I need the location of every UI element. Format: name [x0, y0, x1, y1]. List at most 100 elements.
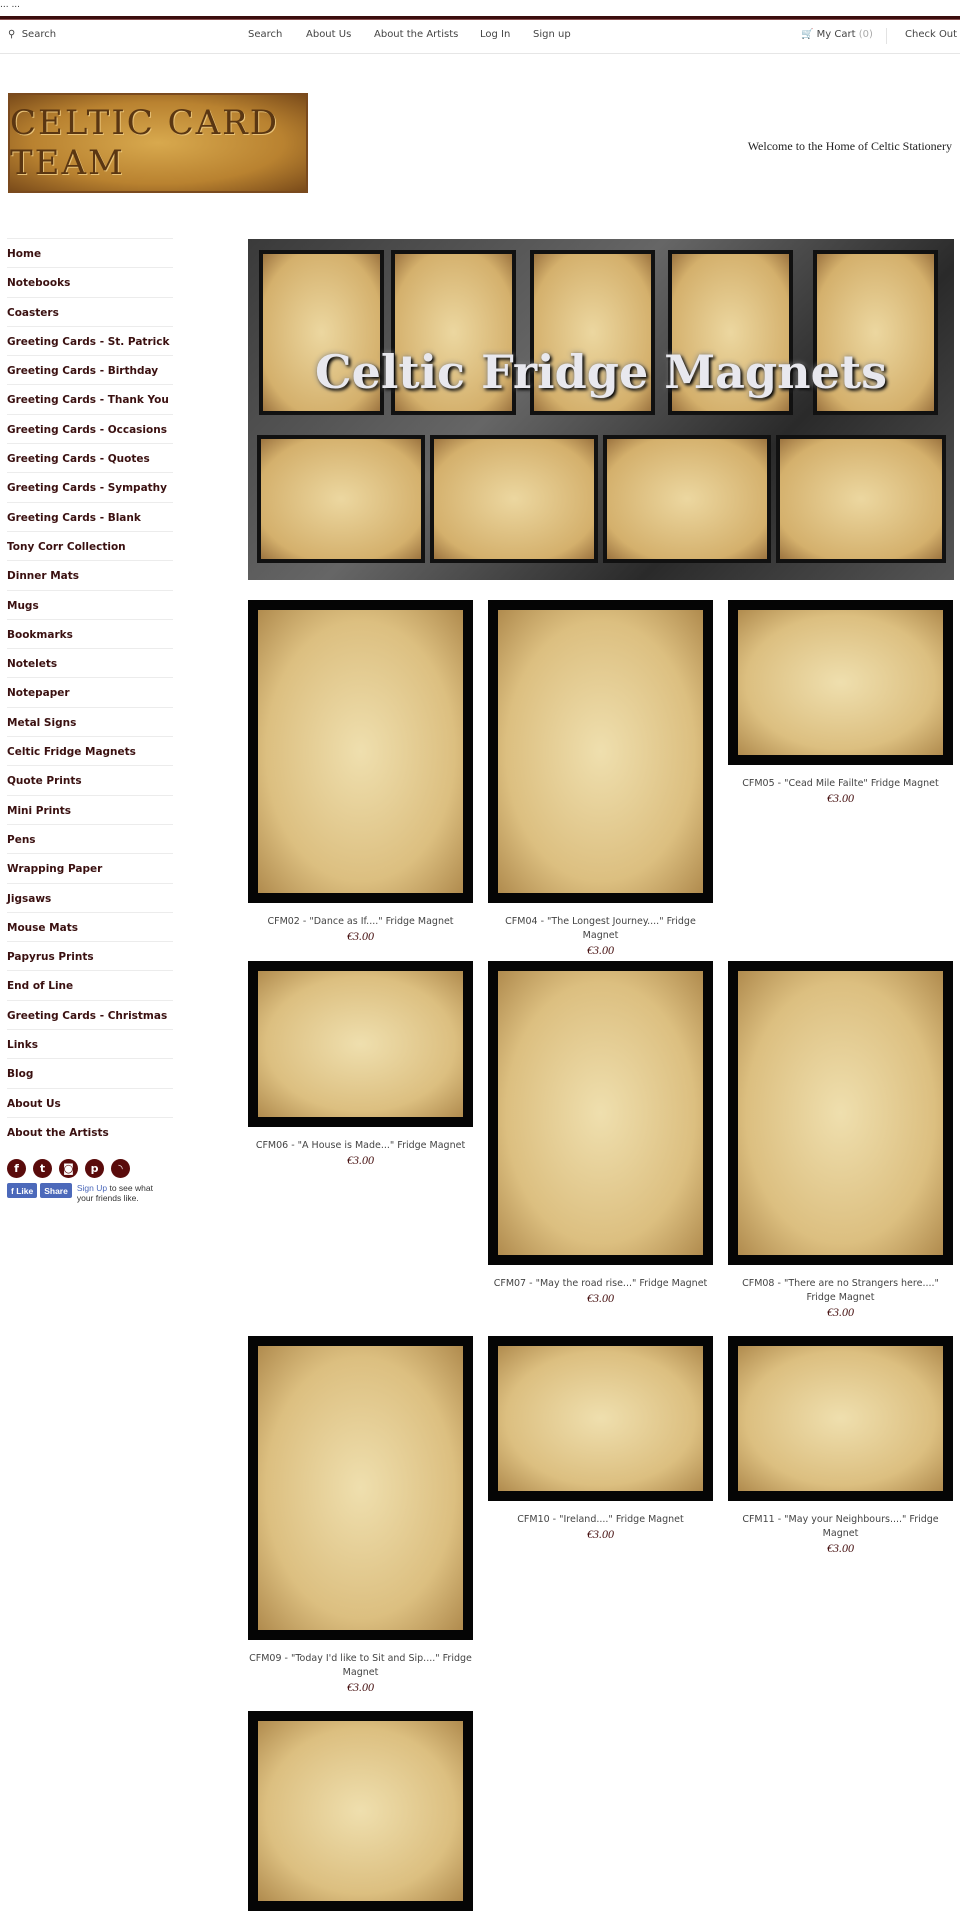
product-image[interactable] [728, 1336, 953, 1501]
product-image[interactable] [488, 961, 713, 1265]
nav-sign-up[interactable]: Sign up [533, 29, 571, 40]
product-image[interactable] [248, 961, 473, 1127]
sidebar-item[interactable]: Greeting Cards - Birthday [7, 355, 173, 384]
sidebar-item[interactable]: Greeting Cards - St. Patrick [7, 325, 173, 355]
product-price: €3.00 [827, 791, 854, 805]
sidebar-item[interactable]: Jigsaws [7, 882, 173, 912]
product-card: CFM08 - "There are no Strangers here....… [728, 961, 953, 1319]
product-image[interactable] [488, 1336, 713, 1501]
product-name[interactable]: CFM04 - "The Longest Journey...." Fridge… [488, 915, 713, 943]
product-price: €3.00 [347, 929, 374, 943]
product-name[interactable]: CFM07 - "May the road rise..." Fridge Ma… [488, 1277, 713, 1291]
cart-link[interactable]: 🛒 My Cart (0) [801, 29, 873, 40]
product-name[interactable]: CFM02 - "Dance as If...." Fridge Magnet [248, 915, 473, 929]
product-name[interactable]: CFM10 - "Ireland...." Fridge Magnet [488, 1513, 713, 1527]
pinterest-icon[interactable]: p [85, 1159, 104, 1178]
checkout-link[interactable]: Check Out [905, 29, 957, 40]
rss-icon[interactable]: ◝ [111, 1159, 130, 1178]
sidebar-item[interactable]: Pens [7, 823, 173, 853]
product-image[interactable] [248, 1336, 473, 1640]
cart-label: My Cart [816, 29, 856, 40]
sidebar-item[interactable]: End of Line [7, 970, 173, 999]
product-name[interactable]: CFM08 - "There are no Strangers here....… [728, 1277, 953, 1305]
sidebar-menu: Home Notebooks Coasters Greeting Cards - St… [7, 238, 173, 1146]
sidebar-item[interactable]: Notelets [7, 648, 173, 677]
product-price: €3.00 [587, 1527, 614, 1541]
product-card: CFM02 - "Dance as If...." Fridge Magnet €… [248, 600, 473, 943]
banner-card [257, 435, 425, 563]
banner-title: Celtic Fridge Magnets [314, 345, 887, 399]
banner-card [430, 435, 598, 563]
search-icon: ⚲ [8, 29, 16, 40]
sidebar-item[interactable]: About Us [7, 1087, 173, 1117]
top-nav: ⚲ Search Search About Us About the Artis… [0, 21, 960, 54]
product-price: €3.00 [827, 1305, 854, 1319]
product-card: CFM07 - "May the road rise..." Fridge Ma… [488, 961, 713, 1305]
sidebar-item[interactable]: Papyrus Prints [7, 941, 173, 970]
sidebar-item[interactable]: Dinner Mats [7, 560, 173, 589]
top-dots: ... ... [0, 0, 21, 10]
sidebar-item[interactable]: Greeting Cards - Christmas [7, 999, 173, 1029]
sidebar-item[interactable]: Home [7, 238, 173, 267]
cart-icon: 🛒 [801, 29, 814, 40]
like-label: Like [16, 1186, 34, 1196]
sidebar-item[interactable]: Greeting Cards - Occasions [7, 413, 173, 443]
banner-card [776, 435, 946, 563]
twitter-icon[interactable]: t [33, 1159, 52, 1178]
sidebar-item[interactable]: Notepaper [7, 677, 173, 706]
instagram-icon[interactable]: ◙ [59, 1159, 78, 1178]
welcome-text: Welcome to the Home of Celtic Stationery [747, 139, 952, 153]
product-price: €3.00 [827, 1541, 854, 1555]
search-link[interactable]: ⚲ Search [8, 29, 56, 40]
product-price: €3.00 [587, 1291, 614, 1305]
sidebar-item[interactable]: Links [7, 1029, 173, 1058]
facebook-signup-link[interactable]: Sign Up [77, 1183, 107, 1193]
top-accent-bar [0, 16, 960, 20]
social-icons: f t ◙ p ◝ [7, 1159, 130, 1178]
sidebar-item[interactable]: Greeting Cards - Blank [7, 501, 173, 531]
sidebar-item[interactable]: Tony Corr Collection [7, 530, 173, 560]
facebook-signup-text: Sign Up to see what your friends like. [77, 1183, 157, 1203]
nav-about-artists[interactable]: About the Artists [374, 29, 458, 40]
facebook-widget: f Like Share Sign Up to see what your fr… [7, 1183, 157, 1203]
sidebar-item[interactable]: Notebooks [7, 267, 173, 296]
sidebar-item[interactable]: Wrapping Paper [7, 853, 173, 882]
nav-log-in[interactable]: Log In [480, 29, 510, 40]
sidebar-item[interactable]: Celtic Fridge Magnets [7, 736, 173, 765]
product-name[interactable]: CFM09 - "Today I'd like to Sit and Sip..… [248, 1652, 473, 1680]
product-price: €3.00 [347, 1153, 374, 1167]
sidebar-item[interactable]: Greeting Cards - Sympathy [7, 472, 173, 501]
product-name[interactable]: CFM06 - "A House is Made..." Fridge Magn… [248, 1139, 473, 1153]
sidebar-item[interactable]: Metal Signs [7, 706, 173, 736]
product-card: CFM09 - "Today I'd like to Sit and Sip..… [248, 1336, 473, 1694]
sidebar-item[interactable]: Mini Prints [7, 794, 173, 824]
sidebar-item[interactable]: Bookmarks [7, 618, 173, 648]
sidebar-item[interactable]: Blog [7, 1058, 173, 1087]
product-image[interactable] [728, 961, 953, 1265]
sidebar-item[interactable]: Greeting Cards - Quotes [7, 443, 173, 472]
divider [886, 28, 887, 44]
sidebar-item[interactable]: Quote Prints [7, 765, 173, 794]
logo[interactable]: CELTIC CARD TEAM [8, 93, 308, 193]
facebook-like-button[interactable]: f Like [7, 1183, 38, 1198]
product-card: CFM04 - "The Longest Journey...." Fridge… [488, 600, 713, 957]
nav-search[interactable]: Search [248, 29, 282, 40]
sidebar-item[interactable]: Mugs [7, 589, 173, 619]
sidebar-item[interactable]: Greeting Cards - Thank You [7, 384, 173, 413]
product-name[interactable]: CFM05 - "Cead Mile Failte" Fridge Magnet [728, 777, 953, 791]
sidebar-item[interactable]: Coasters [7, 296, 173, 326]
product-card: CFM10 - "Ireland...." Fridge Magnet €3.00 [488, 1336, 713, 1541]
product-name[interactable]: CFM11 - "May your Neighbours...." Fridge… [728, 1513, 953, 1541]
category-banner: Celtic Fridge Magnets [248, 239, 954, 580]
product-image[interactable] [248, 1711, 473, 1911]
product-image[interactable] [488, 600, 713, 903]
sidebar-item[interactable]: Mouse Mats [7, 911, 173, 941]
sidebar-item[interactable]: About the Artists [7, 1116, 173, 1146]
nav-about-us[interactable]: About Us [306, 29, 351, 40]
facebook-share-button[interactable]: Share [40, 1183, 72, 1198]
product-image[interactable] [728, 600, 953, 765]
search-label: Search [21, 29, 57, 40]
product-image[interactable] [248, 600, 473, 903]
facebook-icon[interactable]: f [7, 1159, 26, 1178]
product-price: €3.00 [347, 1680, 374, 1694]
